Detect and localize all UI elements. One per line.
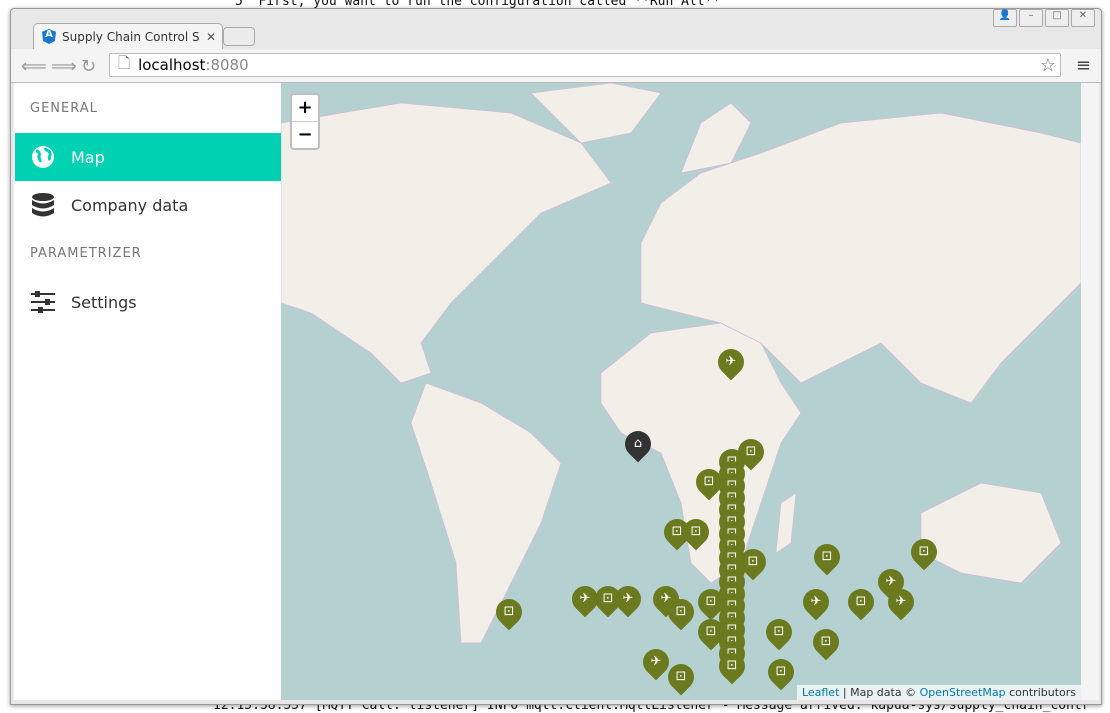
maximize-button[interactable]: □ xyxy=(1045,9,1069,27)
marker-glyph-icon: ⊡ xyxy=(855,594,867,609)
marker-glyph-icon: ✈ xyxy=(810,594,822,609)
marker-glyph-icon: ⊡ xyxy=(821,549,833,564)
map-attribution: Leaflet | Map data © OpenStreetMap contr… xyxy=(796,685,1081,700)
map-marker[interactable]: ⊡ xyxy=(490,593,528,631)
forward-icon[interactable]: ⟹ xyxy=(51,56,77,77)
back-icon[interactable]: ⟸ xyxy=(21,56,47,77)
sidebar-item-map[interactable]: Map xyxy=(15,133,281,181)
section-general: GENERAL xyxy=(30,101,98,116)
marker-glyph-icon: ⊡ xyxy=(918,544,930,559)
home-icon: ⌂ xyxy=(633,436,643,451)
marker-glyph-icon: ⊡ xyxy=(690,524,702,539)
section-parametrizer: PARAMETRIZER xyxy=(30,246,142,261)
marker-glyph-icon: ⊡ xyxy=(675,669,687,684)
map-marker[interactable]: ✈ xyxy=(882,583,920,621)
url-port: :8080 xyxy=(205,56,249,74)
map-marker[interactable]: ⊡ xyxy=(905,533,943,571)
leaflet-link[interactable]: Leaflet xyxy=(802,686,839,699)
close-tab-icon[interactable]: ✕ xyxy=(206,30,222,44)
map-marker[interactable]: ⊡ xyxy=(808,538,846,576)
sidebar-item-label: Company data xyxy=(71,195,189,215)
marker-glyph-icon: ⊡ xyxy=(503,604,515,619)
map-marker[interactable]: ⊡ xyxy=(677,513,715,551)
marker-glyph-icon: ⊡ xyxy=(820,634,832,649)
attribution-text: | Map data © xyxy=(839,686,920,699)
marker-glyph-icon: ⊡ xyxy=(775,664,787,679)
sidebar-item-company-data[interactable]: Company data xyxy=(15,181,281,229)
sidebar-item-label: Settings xyxy=(71,292,137,312)
tab-title: Supply Chain Control Si xyxy=(62,29,200,44)
address-bar[interactable]: 🗋 localhost:8080 ☆ xyxy=(109,53,1061,77)
bookmark-star-icon[interactable]: ☆ xyxy=(1040,55,1056,76)
osm-link[interactable]: OpenStreetMap xyxy=(920,686,1006,699)
url-host: localhost xyxy=(138,56,206,74)
sidebar-item-label: Map xyxy=(71,147,105,167)
map-marker[interactable]: ✈ xyxy=(712,343,750,381)
marker-glyph-icon: ✈ xyxy=(725,354,737,369)
map-marker[interactable]: ⊡ xyxy=(762,653,800,691)
database-icon xyxy=(32,193,54,217)
zoom-in-button[interactable]: + xyxy=(292,95,318,122)
page-icon: 🗋 xyxy=(118,53,131,72)
marker-glyph-icon: ✈ xyxy=(622,591,634,606)
sidebar: GENERAL Map Company data PARAMETRIZER Se… xyxy=(14,83,281,700)
world-map[interactable]: ✈⊡⊡⊡⊡⊡✈⊡✈✈⊡⊡⊡⊡✈✈⊡✈⊡⊡✈⊡⊡⊡⊡⊡⊡⊡⊡⊡⊡⊡⊡⊡⊡⊡⊡⊡⊡⊡… xyxy=(281,83,1081,700)
map-marker[interactable]: ⊡ xyxy=(760,613,798,651)
minimize-button[interactable]: – xyxy=(1019,9,1043,27)
menu-icon[interactable]: ≡ xyxy=(1076,55,1091,76)
browser-tab[interactable]: A Supply Chain Control Si ✕ xyxy=(33,23,223,49)
map-marker[interactable]: ⊡ xyxy=(713,647,751,685)
globe-icon xyxy=(32,146,54,168)
marker-glyph-icon: ⊡ xyxy=(675,604,687,619)
home-marker[interactable]: ⌂ xyxy=(619,425,657,463)
sliders-icon xyxy=(31,291,55,313)
browser-window: A Supply Chain Control Si ✕ 👤 – □ ✕ ⟸ ⟹ ↻ 🗋… xyxy=(10,8,1102,705)
map-marker[interactable]: ⊡ xyxy=(842,583,880,621)
zoom-control: + − xyxy=(290,93,320,150)
map-marker[interactable]: ⊡ xyxy=(807,623,845,661)
map-marker[interactable]: ✈ xyxy=(609,580,647,618)
reload-icon[interactable]: ↻ xyxy=(81,56,96,77)
close-window-button[interactable]: ✕ xyxy=(1071,9,1095,27)
sidebar-item-settings[interactable]: Settings xyxy=(15,278,281,326)
map-marker[interactable]: ⊡ xyxy=(662,658,700,696)
marker-glyph-icon: ✈ xyxy=(895,594,907,609)
marker-glyph-icon: ⊡ xyxy=(726,658,738,673)
attribution-suffix: contributors xyxy=(1005,686,1076,699)
marker-glyph-icon: ✈ xyxy=(650,654,662,669)
user-icon[interactable]: 👤 xyxy=(993,9,1017,27)
new-tab-button[interactable] xyxy=(223,27,255,46)
angular-icon: A xyxy=(42,29,56,44)
marker-glyph-icon: ⊡ xyxy=(773,624,785,639)
map-marker[interactable]: ⊡ xyxy=(662,593,700,631)
map-marker[interactable]: ✈ xyxy=(797,583,835,621)
page-scrollbar[interactable] xyxy=(1081,83,1099,700)
zoom-out-button[interactable]: − xyxy=(292,122,318,148)
